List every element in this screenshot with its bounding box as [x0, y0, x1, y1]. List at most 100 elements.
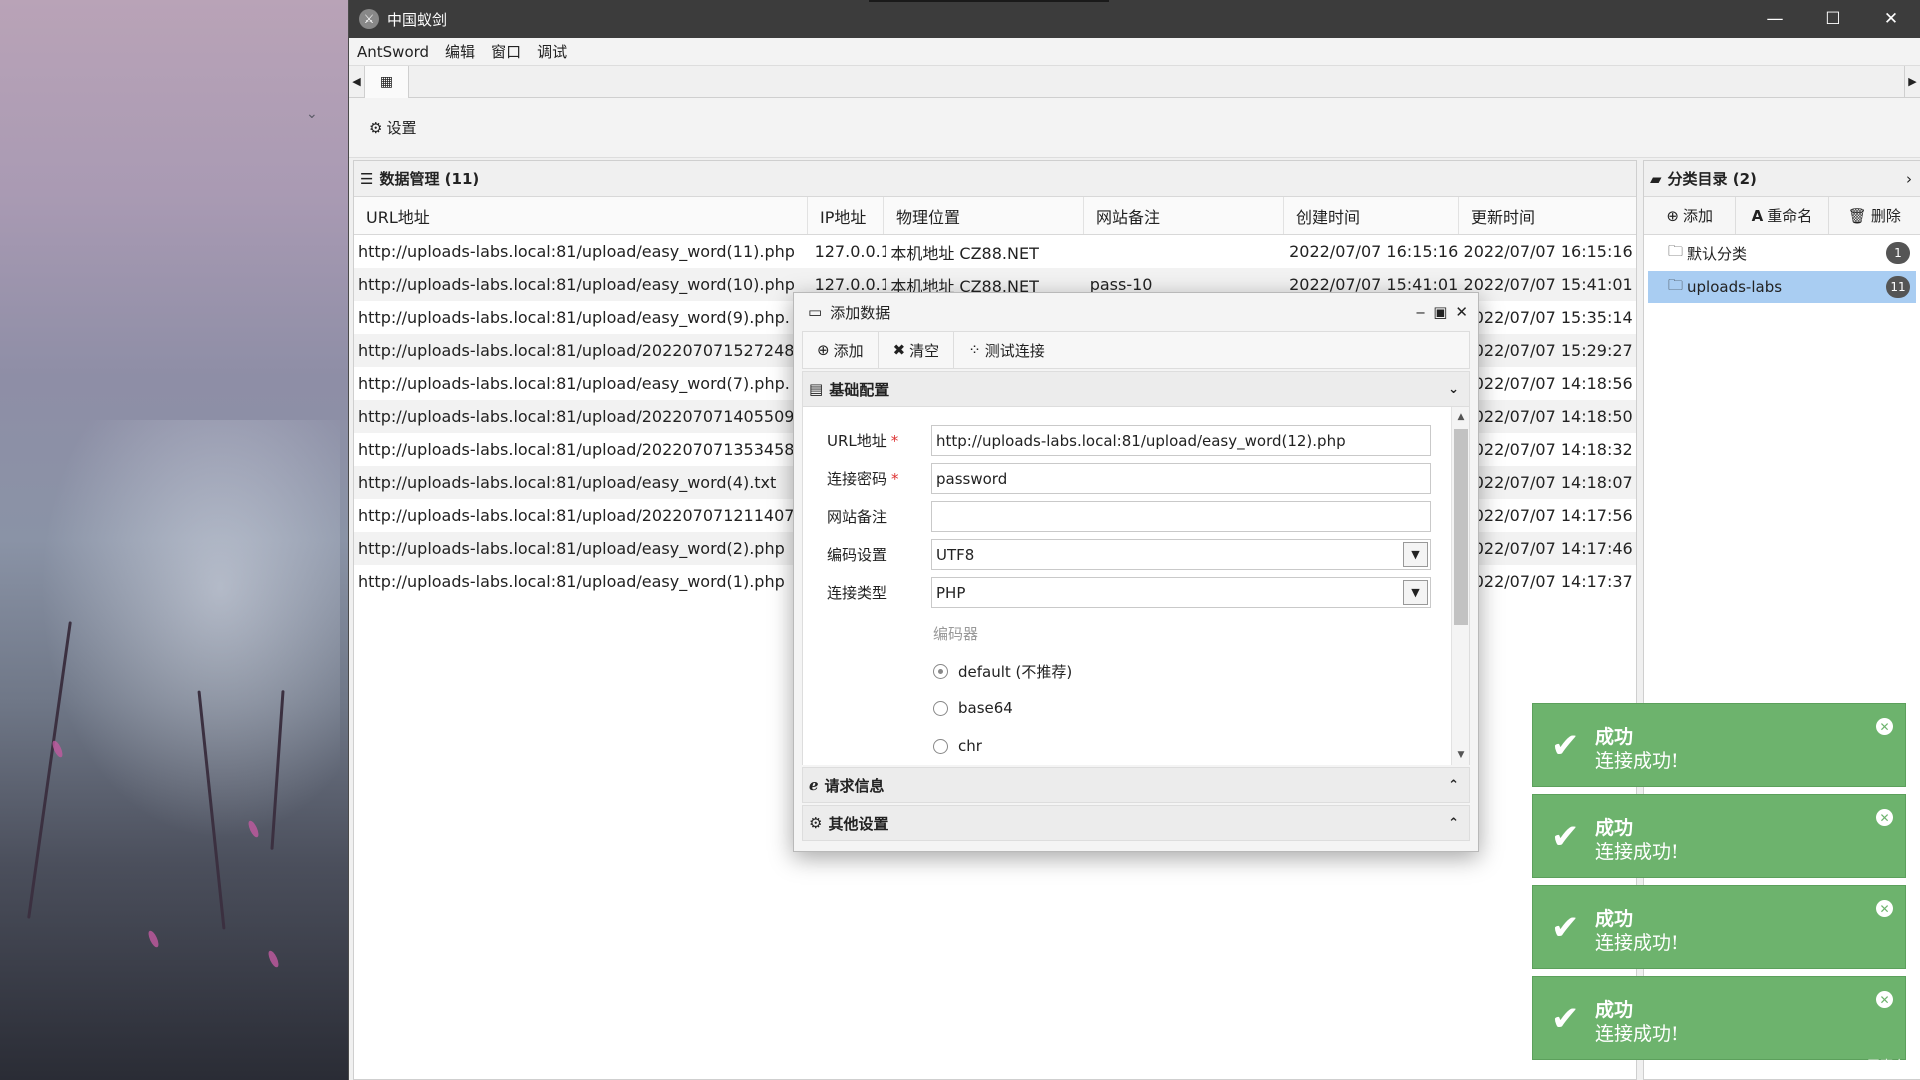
toast-notification: ✔ 成功 连接成功! ✕ — [1532, 794, 1906, 878]
cell-note — [1086, 235, 1285, 268]
dialog-maximize-button[interactable]: ▣ — [1433, 303, 1447, 321]
toast-close-icon[interactable]: ✕ — [1876, 718, 1893, 735]
dialog-close-button[interactable]: ✕ — [1455, 303, 1468, 321]
section-request-info[interactable]: ℯ 请求信息 ⌃ — [802, 767, 1470, 803]
cell-updated: 2022/07/07 15:41:01 — [1463, 275, 1633, 294]
column-header-note[interactable]: 网站备注 — [1084, 197, 1284, 234]
encoder-option-chr[interactable]: chr — [933, 737, 982, 755]
column-header-created[interactable]: 创建时间 — [1284, 197, 1459, 234]
document-icon: ▤ — [809, 380, 824, 398]
category-delete-button[interactable]: 🗑 删除 — [1829, 197, 1920, 234]
toast-title: 成功 — [1595, 999, 1634, 1021]
cell-location: 本机地址 CZ88.NET — [890, 243, 1039, 263]
title-bar-accent — [869, 0, 1109, 2]
dialog-clear-label: 清空 — [909, 341, 940, 360]
tab-scroll-left-icon[interactable]: ◀ — [349, 65, 365, 98]
tab-scroll-right-icon[interactable]: ▶ — [1904, 65, 1920, 98]
menu-antsword[interactable]: AntSword — [349, 43, 437, 61]
column-header-location[interactable]: 物理位置 — [884, 197, 1084, 234]
cell-url: http://uploads-labs.local:81/upload/easy… — [358, 308, 790, 327]
grid-header: URL地址 IP地址 物理位置 网站备注 创建时间 更新时间 — [354, 197, 1636, 235]
toast-close-icon[interactable]: ✕ — [1876, 809, 1893, 826]
maximize-button[interactable]: ☐ — [1804, 0, 1862, 38]
test-connection-button[interactable]: ⁘ 测试连接 — [954, 332, 1059, 368]
encoder-option-default[interactable]: default (不推荐) — [933, 661, 1072, 682]
category-add-label: 添加 — [1682, 207, 1713, 225]
cell-url: http://uploads-labs.local:81/upload/easy… — [358, 539, 785, 558]
category-item-uploads-labs[interactable]: 🗀 uploads-labs 11 — [1648, 271, 1916, 303]
encoder-option-base64[interactable]: base64 — [933, 699, 1013, 717]
cell-url: http://uploads-labs.local:81/upload/2022… — [358, 407, 811, 426]
dialog-clear-button[interactable]: ✖ 清空 — [879, 332, 955, 368]
settings-label: 设置 — [386, 119, 417, 137]
scroll-up-icon[interactable]: ▲ — [1452, 409, 1469, 425]
cell-updated: 2022/07/07 15:29:27 — [1463, 341, 1633, 360]
toast-close-icon[interactable]: ✕ — [1876, 900, 1893, 917]
menu-debug[interactable]: 调试 — [529, 41, 575, 62]
category-item-label: uploads-labs — [1687, 278, 1783, 296]
dialog-add-button[interactable]: ⊕ 添加 — [803, 332, 879, 368]
type-label: 连接类型 — [827, 584, 888, 602]
type-row: 连接类型 PHP ▼ — [827, 577, 1431, 608]
dialog-title-bar[interactable]: ▭ 添加数据 ‒ ▣ ✕ — [794, 293, 1478, 331]
category-count-badge: 1 — [1886, 242, 1910, 264]
cell-updated: 2022/07/07 15:35:14 — [1463, 308, 1633, 327]
encoding-row: 编码设置 UTF8 ▼ — [827, 539, 1431, 570]
encoder-option-label: chr — [958, 737, 982, 755]
title-bar[interactable]: ⚔ 中国蚁剑 — ☐ ✕ — [349, 0, 1920, 38]
cell-updated: 2022/07/07 14:18:50 — [1463, 407, 1633, 426]
radio-selected-icon — [933, 664, 948, 679]
table-row[interactable]: http://uploads-labs.local:81/upload/easy… — [354, 235, 1636, 268]
toast-notification: ✔ 成功 连接成功! ✕ — [1532, 885, 1906, 969]
cell-updated: 2022/07/07 16:15:16 — [1463, 242, 1633, 261]
url-row: URL地址 * http://uploads-labs.local:81/uplo… — [827, 425, 1431, 456]
menu-edit[interactable]: 编辑 — [437, 41, 483, 62]
toast-message: 连接成功! — [1595, 841, 1679, 863]
dialog-title: 添加数据 — [830, 303, 891, 322]
close-button[interactable]: ✕ — [1862, 0, 1920, 38]
test-connection-label: 测试连接 — [984, 341, 1045, 360]
category-rename-button[interactable]: A 重命名 — [1736, 197, 1829, 234]
settings-button[interactable]: ⚙ 设置 — [369, 117, 416, 138]
url-input[interactable]: http://uploads-labs.local:81/upload/easy… — [931, 425, 1431, 456]
section-basic-label: 基础配置 — [829, 380, 890, 399]
section-basic-config[interactable]: ▤ 基础配置 ⌄ — [802, 371, 1470, 407]
gear-icon: ⚙ — [369, 118, 383, 137]
window-icon: ▭ — [808, 303, 823, 321]
password-input[interactable]: password — [931, 463, 1431, 494]
plus-circle-icon: ⊕ — [817, 341, 830, 359]
bird-icon: ⌄ — [306, 106, 318, 122]
section-request-label: 请求信息 — [824, 776, 885, 795]
column-header-url[interactable]: URL地址 — [354, 197, 808, 234]
checkmark-icon: ✔ — [1551, 908, 1580, 948]
column-header-updated[interactable]: 更新时间 — [1459, 197, 1636, 234]
note-label: 网站备注 — [827, 508, 888, 526]
column-header-ip[interactable]: IP地址 — [808, 197, 884, 234]
collapse-chevron-icon[interactable]: › — [1906, 170, 1912, 188]
minimize-button[interactable]: — — [1746, 0, 1804, 38]
category-delete-label: 删除 — [1870, 207, 1901, 225]
encoding-select[interactable]: UTF8 ▼ — [931, 539, 1431, 570]
scrollbar-thumb[interactable] — [1454, 429, 1468, 625]
add-data-dialog: ▭ 添加数据 ‒ ▣ ✕ ⊕ 添加 ✖ 清空 ⁘ 测试连接 ▤ 基础配置 ⌄ URL地… — [793, 292, 1479, 852]
encoder-title: 编码器 — [933, 625, 979, 643]
menu-window[interactable]: 窗口 — [483, 41, 529, 62]
category-item-default[interactable]: 🗀 默认分类 1 — [1648, 237, 1916, 269]
cell-url: http://uploads-labs.local:81/upload/2022… — [358, 341, 811, 360]
type-select[interactable]: PHP ▼ — [931, 577, 1431, 608]
toast-close-icon[interactable]: ✕ — [1876, 991, 1893, 1008]
form-scrollbar[interactable]: ▲ ▼ — [1451, 407, 1469, 765]
category-add-button[interactable]: ⊕ 添加 — [1644, 197, 1737, 234]
scroll-down-icon[interactable]: ▼ — [1452, 747, 1469, 763]
dialog-minimize-button[interactable]: ‒ — [1416, 303, 1426, 321]
cell-updated: 2022/07/07 14:17:37 — [1463, 572, 1633, 591]
toast-notification: ✔ 成功 连接成功! ✕ — [1532, 976, 1906, 1060]
chevron-up-icon: ⌃ — [1448, 777, 1459, 793]
main-toolbar: ⚙ 设置 — [349, 98, 1920, 158]
password-row: 连接密码 * password — [827, 463, 1431, 494]
note-input[interactable] — [931, 501, 1431, 532]
menu-bar: AntSword 编辑 窗口 调试 — [349, 38, 1920, 66]
edge-icon: ℯ — [809, 776, 819, 794]
tab-home[interactable]: ▦ — [365, 65, 409, 98]
section-other-settings[interactable]: ⚙ 其他设置 ⌃ — [802, 805, 1470, 841]
